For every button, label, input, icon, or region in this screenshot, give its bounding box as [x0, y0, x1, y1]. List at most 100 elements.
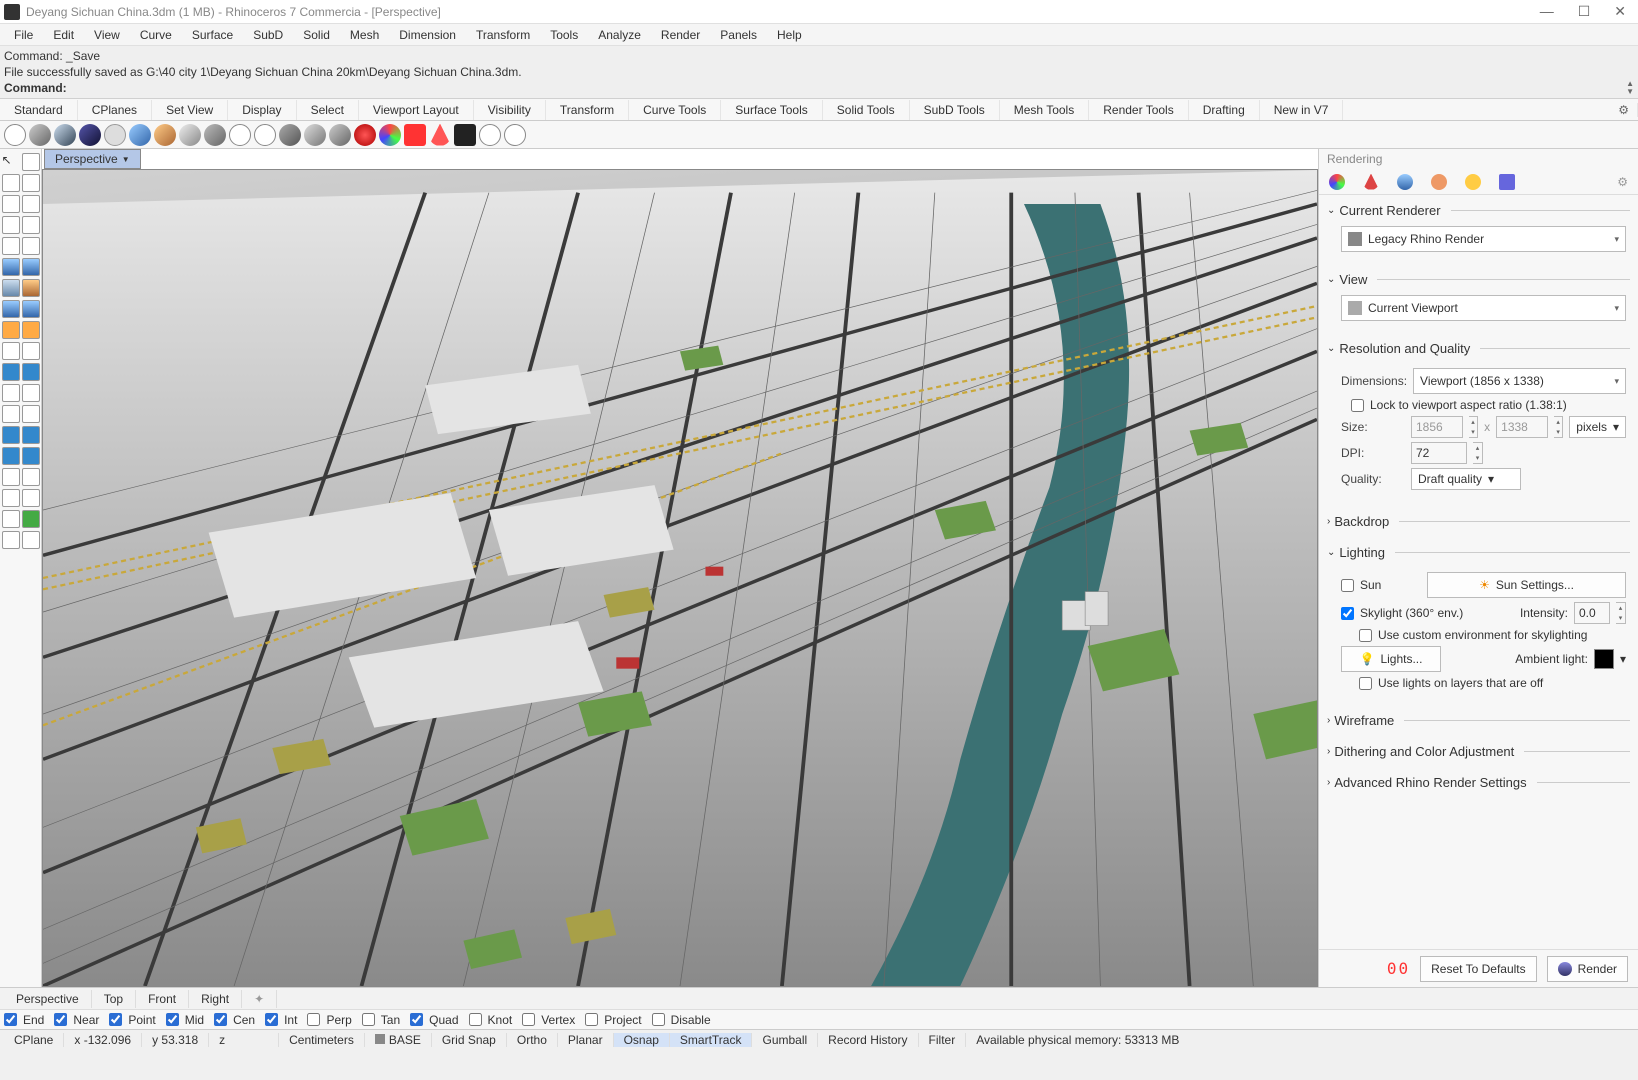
units-dropdown[interactable]: pixels▾ [1569, 416, 1626, 438]
tab-surface-tools[interactable]: Surface Tools [721, 100, 823, 120]
reset-defaults-button[interactable]: Reset To Defaults [1420, 956, 1537, 982]
chevron-down-icon[interactable]: ▼ [122, 155, 130, 164]
hide-icon[interactable] [2, 510, 20, 528]
sun-icon[interactable] [1465, 174, 1481, 190]
ellipse-icon[interactable] [22, 216, 40, 234]
osnap-knot-checkbox[interactable] [469, 1013, 482, 1026]
menu-transform[interactable]: Transform [466, 26, 540, 44]
tab-standard[interactable]: Standard [0, 100, 78, 120]
view-tab-top[interactable]: Top [92, 990, 136, 1008]
cursor-icon[interactable]: ↖ [2, 153, 20, 171]
menu-analyze[interactable]: Analyze [588, 26, 651, 44]
rotate-icon[interactable] [2, 405, 20, 423]
dimensions-dropdown[interactable]: Viewport (1856 x 1338)▾ [1413, 368, 1626, 394]
lights-button[interactable]: 💡Lights... [1341, 646, 1441, 672]
command-spinner[interactable]: ▲▼ [1626, 80, 1634, 96]
cylinder-icon[interactable] [2, 279, 20, 297]
tab-new-in-v7[interactable]: New in V7 [1260, 100, 1344, 120]
custom-env-checkbox[interactable] [1359, 629, 1372, 642]
text-icon[interactable] [22, 342, 40, 360]
status-units[interactable]: Centimeters [279, 1033, 365, 1047]
lights-on-layers-checkbox[interactable] [1359, 677, 1372, 690]
maximize-button[interactable]: ☐ [1578, 3, 1591, 20]
close-button[interactable]: ✕ [1614, 3, 1626, 20]
menu-dimension[interactable]: Dimension [389, 26, 466, 44]
osnap-mid-checkbox[interactable] [166, 1013, 179, 1026]
status-cplane[interactable]: CPlane [4, 1033, 64, 1047]
status-toggle-record-history[interactable]: Record History [818, 1033, 918, 1047]
unlock-icon[interactable] [22, 531, 40, 549]
tab-curve-tools[interactable]: Curve Tools [629, 100, 721, 120]
menu-render[interactable]: Render [651, 26, 710, 44]
view-tab-front[interactable]: Front [136, 990, 189, 1008]
curve-icon[interactable] [2, 237, 20, 255]
rectangle-icon[interactable] [2, 216, 20, 234]
menu-curve[interactable]: Curve [130, 26, 182, 44]
render-mode-shaded-icon[interactable] [29, 124, 51, 146]
layer-icon[interactable] [2, 489, 20, 507]
osnap-quad-checkbox[interactable] [410, 1013, 423, 1026]
solid-icon[interactable] [22, 258, 40, 276]
width-input[interactable]: 1856 [1411, 416, 1463, 438]
group-icon[interactable] [2, 468, 20, 486]
section-dithering[interactable]: ›Dithering and Color Adjustment [1327, 740, 1630, 763]
section-resolution[interactable]: ⌄Resolution and Quality [1327, 337, 1630, 360]
section-view[interactable]: ⌄View [1327, 268, 1630, 291]
dpi-spinner[interactable]: ▴▾ [1473, 442, 1483, 464]
tab-mesh-tools[interactable]: Mesh Tools [1000, 100, 1089, 120]
sun-checkbox[interactable] [1341, 579, 1354, 592]
loft-icon[interactable] [2, 300, 20, 318]
viewport-3d[interactable] [42, 169, 1318, 987]
render-mode-rendered-icon[interactable] [54, 124, 76, 146]
menu-help[interactable]: Help [767, 26, 812, 44]
move-icon[interactable] [2, 384, 20, 402]
stop-icon[interactable] [404, 124, 426, 146]
status-toggle-ortho[interactable]: Ortho [507, 1033, 558, 1047]
menu-file[interactable]: File [4, 26, 43, 44]
menu-mesh[interactable]: Mesh [340, 26, 389, 44]
scale-icon[interactable] [22, 405, 40, 423]
trim-icon[interactable] [2, 426, 20, 444]
toggle-flat-icon[interactable] [354, 124, 376, 146]
status-toggle-planar[interactable]: Planar [558, 1033, 614, 1047]
polyline-icon[interactable] [2, 174, 20, 192]
section-lighting[interactable]: ⌄Lighting [1327, 541, 1630, 564]
section-current-renderer[interactable]: ⌄Current Renderer [1327, 199, 1630, 222]
tab-render-tools[interactable]: Render Tools [1089, 100, 1189, 120]
width-spinner[interactable]: ▴▾ [1469, 416, 1478, 438]
osnap-int-checkbox[interactable] [265, 1013, 278, 1026]
menu-surface[interactable]: Surface [182, 26, 243, 44]
tab-display[interactable]: Display [228, 100, 296, 120]
show-icon[interactable] [22, 510, 40, 528]
textures-icon[interactable] [1397, 174, 1413, 190]
skylight-checkbox[interactable] [1341, 607, 1354, 620]
view-tab-perspective[interactable]: Perspective [4, 990, 92, 1008]
freeform-icon[interactable] [22, 237, 40, 255]
ambient-color-swatch[interactable] [1594, 649, 1614, 669]
materials-icon[interactable] [1329, 174, 1345, 190]
minimize-button[interactable]: — [1540, 3, 1554, 20]
line-icon[interactable] [22, 174, 40, 192]
section-advanced[interactable]: ›Advanced Rhino Render Settings [1327, 771, 1630, 794]
ambient-dropdown-icon[interactable]: ▾ [1620, 652, 1626, 666]
mesh-icon[interactable] [2, 321, 20, 339]
intensity-input[interactable]: 0.0 [1574, 602, 1610, 624]
lock-aspect-checkbox[interactable] [1351, 399, 1364, 412]
render-button[interactable]: Render [1547, 956, 1628, 982]
render-mode-wireframe-icon[interactable] [4, 124, 26, 146]
view-dropdown[interactable]: Current Viewport ▾ [1341, 295, 1626, 321]
toggle-shade-icon[interactable] [279, 124, 301, 146]
properties-icon[interactable] [22, 489, 40, 507]
render-preview-icon[interactable] [304, 124, 326, 146]
quality-dropdown[interactable]: Draft quality▾ [1411, 468, 1521, 490]
command-input[interactable] [71, 80, 1626, 96]
point-icon[interactable] [2, 342, 20, 360]
warning-icon[interactable] [429, 124, 451, 146]
view-tab-right[interactable]: Right [189, 990, 242, 1008]
render-mode-artistic-icon[interactable] [154, 124, 176, 146]
annotate-icon[interactable] [22, 363, 40, 381]
copy-icon[interactable] [22, 384, 40, 402]
raytrace-icon[interactable] [329, 124, 351, 146]
tab-select[interactable]: Select [297, 100, 359, 120]
monitor-icon[interactable] [454, 124, 476, 146]
